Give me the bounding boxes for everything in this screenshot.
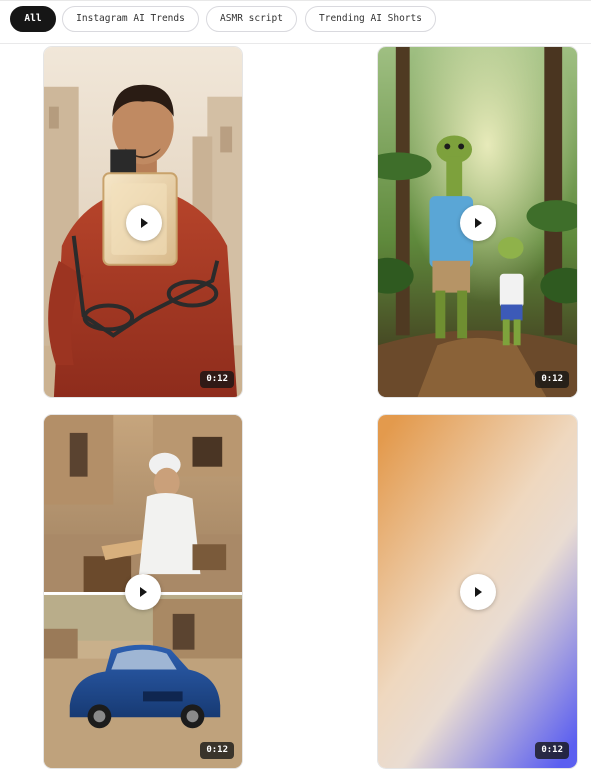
- duration-badge: 0:12: [535, 742, 569, 759]
- filter-chip-all[interactable]: All: [10, 6, 56, 32]
- filter-chip-asmr-script[interactable]: ASMR script: [206, 6, 297, 32]
- duration-badge: 0:12: [535, 371, 569, 388]
- duration-badge: 0:12: [200, 371, 234, 388]
- filter-bar: All Instagram AI Trends ASMR script Tren…: [0, 0, 591, 44]
- video-card-snake[interactable]: 0:12: [377, 46, 578, 398]
- filter-chip-instagram-ai-trends[interactable]: Instagram AI Trends: [62, 6, 199, 32]
- play-icon[interactable]: [460, 574, 496, 610]
- video-card-gradient[interactable]: 0:12: [377, 414, 578, 769]
- play-icon[interactable]: [460, 205, 496, 241]
- filter-chip-trending-ai-shorts[interactable]: Trending AI Shorts: [305, 6, 436, 32]
- play-icon[interactable]: [126, 205, 162, 241]
- duration-badge: 0:12: [200, 742, 234, 759]
- video-card-perfume[interactable]: 0:12: [43, 46, 243, 398]
- play-icon[interactable]: [125, 574, 161, 610]
- video-card-woodcarver[interactable]: 0:12: [43, 414, 243, 769]
